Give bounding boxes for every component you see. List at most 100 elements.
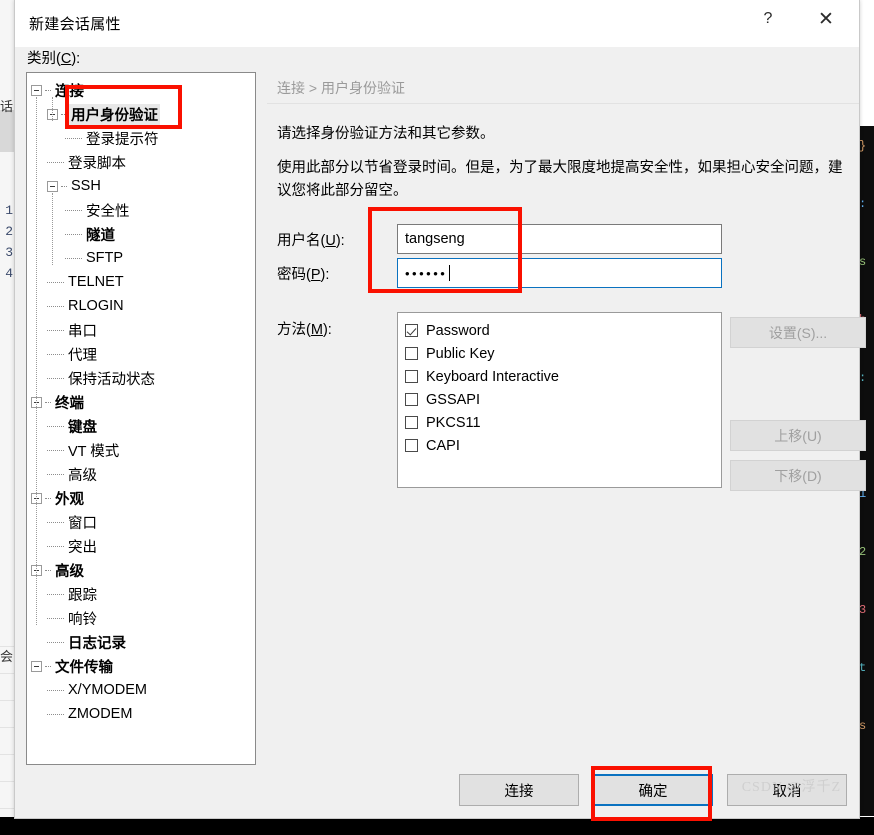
username-label-suffix: :	[340, 232, 345, 249]
tree-item-label: 连接	[55, 83, 84, 100]
tree-connector	[65, 257, 82, 259]
method-item[interactable]: Keyboard Interactive	[405, 365, 721, 388]
breadcrumb: 连接 > 用户身份验证	[267, 72, 859, 104]
tree-item[interactable]: 日志记录	[31, 630, 255, 654]
methods-list[interactable]: Password Public Key Keyboard Interactive GS…	[397, 312, 722, 488]
tree-item[interactable]: 保持活动状态	[31, 366, 255, 390]
tree-connector	[47, 473, 64, 475]
tree-item[interactable]: X/YMODEM	[31, 678, 255, 702]
tree-item-label: 跟踪	[68, 587, 97, 604]
category-label-accel: C	[60, 51, 72, 67]
method-item-label: PKCS11	[426, 414, 481, 431]
checkbox-icon[interactable]	[405, 439, 418, 452]
category-tree-panel[interactable]: 连接用户身份验证 登录提示符登录脚本 SSH 安全性隧道 SFTP TELNET RLOGI…	[26, 72, 256, 765]
tree-item[interactable]: 连接	[31, 78, 255, 102]
tree-connector	[47, 617, 64, 619]
checkbox-icon[interactable]	[405, 393, 418, 406]
tree-item[interactable]: 登录脚本	[31, 150, 255, 174]
password-masked-value: ••••••	[405, 265, 448, 281]
tree-item[interactable]: 串口	[31, 318, 255, 342]
tree-item[interactable]: SFTP	[31, 246, 255, 270]
collapse-icon[interactable]	[47, 180, 58, 192]
window-title: 新建会话属性	[29, 16, 121, 33]
password-row: 密码(P): ••••••	[267, 256, 861, 290]
tree-connector	[61, 185, 67, 187]
content-pane: 连接 > 用户身份验证 请选择身份验证方法和其它参数。 使用此部分以节省登录时间…	[267, 72, 866, 491]
method-item-label: Public Key	[426, 345, 495, 362]
password-label-text: 密码	[277, 266, 306, 283]
help-icon[interactable]: ?	[745, 0, 791, 38]
tree-item[interactable]: 高级	[31, 462, 255, 486]
tree-item[interactable]: SSH	[31, 174, 255, 198]
method-item[interactable]: Password	[405, 319, 721, 342]
checkbox-icon[interactable]	[405, 416, 418, 429]
tree-item[interactable]: 安全性	[31, 198, 255, 222]
tree-item-label: 用户身份验证	[69, 103, 160, 125]
password-label: 密码(P):	[277, 266, 330, 283]
tree-guide-line	[52, 97, 53, 121]
tree-item[interactable]: RLOGIN	[31, 294, 255, 318]
background-left-tab	[0, 110, 14, 152]
username-input[interactable]: tangseng	[397, 224, 722, 254]
tree-item[interactable]: ZMODEM	[31, 702, 255, 726]
tree-item[interactable]: VT 模式	[31, 438, 255, 462]
tree-item-label: 外观	[55, 491, 84, 508]
methods-label-suffix: :	[327, 322, 332, 338]
collapse-icon[interactable]	[31, 84, 42, 96]
tree-item-label: 登录脚本	[68, 155, 126, 172]
tree-item-label: 高级	[68, 467, 97, 484]
method-item[interactable]: Public Key	[405, 342, 721, 365]
tree-connector	[47, 689, 64, 691]
dialog-button-bar: 连接 确定 取消	[15, 774, 861, 806]
tree-item[interactable]: 跟踪	[31, 582, 255, 606]
background-rule	[0, 782, 14, 809]
tree-item[interactable]: 终端	[31, 390, 255, 414]
new-session-properties-dialog: 新建会话属性 ? ✕ 类别(C): 连接 用户身份验证 登录提示符 登录脚本 SSH 安全…	[14, 0, 866, 819]
tree-item[interactable]: 高级	[31, 558, 255, 582]
category-label: 类别(C):	[27, 51, 81, 67]
tree-connector	[47, 713, 64, 715]
category-label-suffix: :	[76, 51, 81, 67]
username-label-accel: U	[325, 232, 336, 249]
background-rule	[0, 728, 14, 755]
connect-button[interactable]: 连接	[459, 774, 579, 806]
move-up-button[interactable]: 上移(U)	[730, 420, 866, 451]
credentials-form: 用户名(U): tangseng 密码(P): ••••••	[267, 222, 861, 290]
tree-connector	[65, 209, 82, 211]
tree-guide-line	[36, 97, 37, 625]
tree-item[interactable]: 窗口	[31, 510, 255, 534]
ok-button[interactable]: 确定	[593, 774, 713, 806]
tree-connector	[45, 569, 51, 571]
tree-item[interactable]: TELNET	[31, 270, 255, 294]
close-icon[interactable]: ✕	[803, 0, 849, 38]
tree-item[interactable]: 外观	[31, 486, 255, 510]
method-item[interactable]: CAPI	[405, 434, 721, 457]
tree-item[interactable]: 隧道	[31, 222, 255, 246]
collapse-icon[interactable]	[31, 660, 42, 672]
username-row: 用户名(U): tangseng	[267, 222, 861, 256]
tree-connector	[47, 305, 64, 307]
tree-item[interactable]: 用户身份验证	[31, 102, 255, 126]
tree-item[interactable]: 登录提示符	[31, 126, 255, 150]
move-down-button[interactable]: 下移(D)	[730, 460, 866, 491]
method-item[interactable]: PKCS11	[405, 411, 721, 434]
tree-item-label: RLOGIN	[68, 298, 124, 314]
checkbox-icon[interactable]	[405, 324, 418, 337]
tree-connector	[47, 521, 64, 523]
checkbox-icon[interactable]	[405, 370, 418, 383]
category-label-text: 类别	[27, 51, 56, 67]
tree-item[interactable]: 响铃	[31, 606, 255, 630]
tree-item[interactable]: 键盘	[31, 414, 255, 438]
settings-button[interactable]: 设置(S)...	[730, 317, 866, 348]
tree-item[interactable]: 突出	[31, 534, 255, 558]
tree-item[interactable]: 文件传输	[31, 654, 255, 678]
methods-label-text: 方法	[277, 322, 306, 338]
tree-item-label: 隧道	[86, 227, 115, 244]
checkbox-icon[interactable]	[405, 347, 418, 360]
text-caret	[449, 265, 451, 281]
method-item[interactable]: GSSAPI	[405, 388, 721, 411]
tree-item[interactable]: 代理	[31, 342, 255, 366]
password-input[interactable]: ••••••	[397, 258, 722, 288]
password-label-suffix: :	[325, 266, 330, 283]
tree-connector	[47, 161, 64, 163]
